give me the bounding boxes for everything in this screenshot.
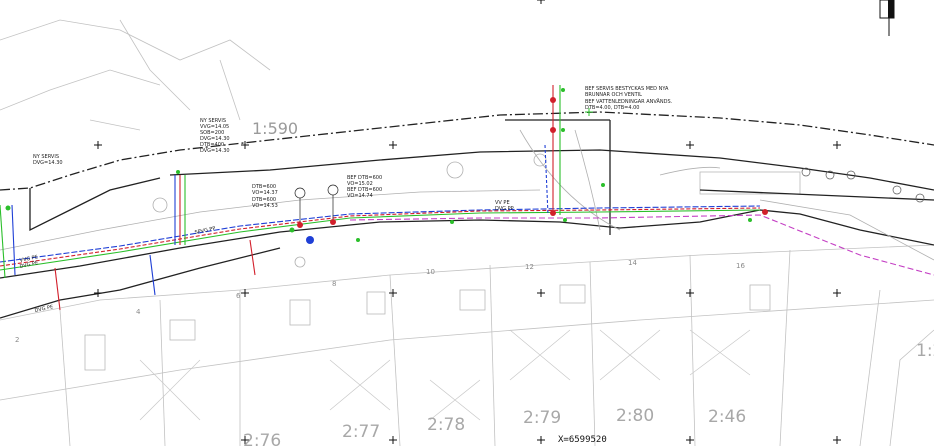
parcel-label: 2:77 (342, 422, 380, 442)
road-edges (0, 111, 934, 319)
cad-drawing-canvas[interactable]: 1:590 2:76 2:77 2:78 2:79 2:80 2:46 1: 2 … (0, 0, 934, 446)
roof-hatches (139, 329, 751, 421)
svg-text:BEF VATTENLEDNINGAR ANVÄNDS.: BEF VATTENLEDNINGAR ANVÄNDS. (585, 98, 673, 105)
parcel-labels: 2:76 2:77 2:78 2:79 2:80 2:46 1:2 (243, 341, 934, 446)
svg-text:DVG PP: DVG PP (495, 206, 514, 212)
property-lines (0, 19, 934, 446)
lot-number: 10 (426, 268, 435, 276)
svg-text:VO=14.53: VO=14.53 (252, 203, 278, 209)
annotation-bef-dtb-b: BEF DTB=600 VO=15.02 BEF DTB=600 VO=14.7… (347, 175, 382, 199)
lot-number: 12 (525, 263, 534, 271)
svg-text:DVG PE: DVG PE (34, 304, 54, 314)
grid-crosses (94, 0, 841, 444)
parcel-label: 2:78 (427, 415, 465, 435)
lot-number: 8 (332, 280, 336, 288)
svg-text:VO=14.37: VO=14.37 (252, 190, 278, 196)
manholes (5, 88, 768, 244)
curb-details (0, 129, 934, 268)
lot-number: 16 (736, 262, 745, 270)
svg-text:DVG=14.30: DVG=14.30 (200, 148, 230, 154)
lot-number: 2 (15, 336, 19, 344)
annotation-bef-dtb-a: DTB=600 VO=14.37 DTB=600 VO=14.53 (252, 184, 278, 209)
annotation-bef-servis-top: BEF SERVIS BESTYCKAS MED NYA BRUNNAR OCH… (585, 86, 669, 98)
lot-numbers: 2 4 6 8 10 12 14 16 (15, 259, 745, 344)
coordinate-readout: X=6599520 (558, 435, 607, 445)
annotation-bef-vatten: BEF VATTENLEDNINGAR ANVÄNDS. DTB=4.00, D… (585, 98, 673, 111)
parcel-label: 1:2 (916, 341, 934, 361)
marker-symbol-top-right (879, 0, 895, 36)
svg-text:DVG=14.30: DVG=14.30 (33, 160, 63, 166)
parcel-label: 2:79 (523, 408, 561, 428)
annotation-ny-servis-left: NY SERVIS DVG=14.30 (33, 154, 63, 166)
svg-text:VO=14.74: VO=14.74 (347, 193, 373, 199)
lot-number: 4 (136, 308, 141, 316)
pipe-labels: VVG PE DVG PE SPVG PP DVG PE VV PE DVG P… (19, 200, 514, 314)
lot-number: 14 (628, 259, 637, 267)
parcel-label: 2:76 (243, 431, 281, 446)
annotation-ny-servis-mid: NY SERVIS VVG=14.05 SOB=200 DVG=14.30 DT… (200, 118, 230, 154)
svg-text:DTB=4.00, DTB=4.00: DTB=4.00, DTB=4.00 (585, 105, 640, 111)
building-outlines (84, 171, 801, 371)
lot-number: 6 (236, 292, 241, 300)
parcel-label: 2:46 (708, 407, 746, 427)
parcel-label: 2:80 (616, 406, 654, 426)
scale-label: 1:590 (252, 119, 298, 138)
svg-text:BRUNNAR OCH VENTIL: BRUNNAR OCH VENTIL (585, 92, 642, 98)
